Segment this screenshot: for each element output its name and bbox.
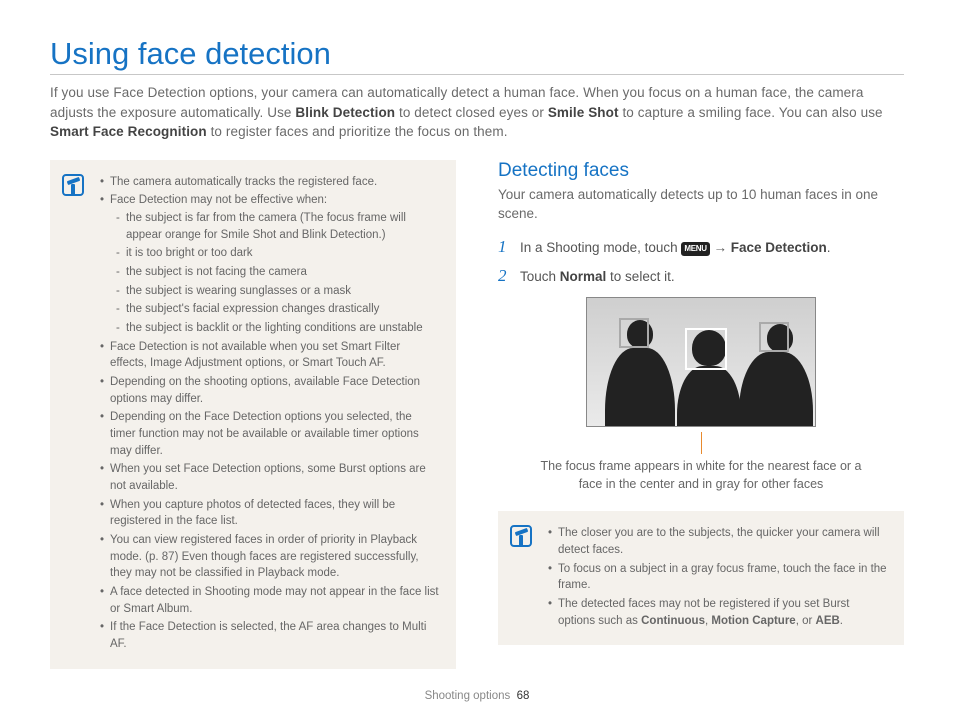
right-note-box: The closer you are to the subjects, the … — [498, 511, 904, 645]
illustration-wrapper — [498, 297, 904, 454]
intro-text: to capture a smiling face. You can also … — [619, 105, 883, 120]
note-item: When you set Face Detection options, som… — [100, 461, 440, 494]
note-sublist: the subject is far from the camera (The … — [116, 210, 440, 337]
step-number: 2 — [498, 266, 512, 286]
step-number: 1 — [498, 237, 512, 257]
note-bold: Continuous — [641, 615, 705, 627]
note-text: . — [840, 615, 843, 627]
note-item: The detected faces may not be registered… — [548, 596, 888, 629]
step-text-part: → — [710, 240, 731, 255]
step-bold: Normal — [560, 269, 607, 284]
note-subitem: the subject is not facing the camera — [116, 264, 440, 281]
section-intro: Your camera automatically detects up to … — [498, 186, 904, 224]
note-item: To focus on a subject in a gray focus fr… — [548, 561, 888, 594]
note-item: Depending on the Face Detection options … — [100, 409, 440, 459]
step-1: 1 In a Shooting mode, touch MENU → Face … — [498, 237, 904, 258]
note-item: A face detected in Shooting mode may not… — [100, 584, 440, 617]
note-item: Face Detection may not be effective when… — [100, 192, 440, 336]
callout-line — [701, 432, 702, 454]
note-item: The closer you are to the subjects, the … — [548, 525, 888, 558]
step-text-part: In a Shooting mode, touch — [520, 240, 681, 255]
note-bold: Motion Capture — [711, 615, 795, 627]
focus-frame-gray — [619, 318, 649, 348]
step-2: 2 Touch Normal to select it. — [498, 266, 904, 287]
intro-text: to register faces and prioritize the foc… — [207, 124, 508, 139]
note-item: Depending on the shooting options, avail… — [100, 374, 440, 407]
note-subitem: the subject's facial expression changes … — [116, 301, 440, 318]
note-icon — [62, 174, 84, 196]
section-heading: Detecting faces — [498, 160, 904, 182]
step-text: In a Shooting mode, touch MENU → Face De… — [520, 239, 904, 258]
step-text: Touch Normal to select it. — [520, 268, 904, 287]
note-text: , or — [796, 615, 816, 627]
note-bold: AEB — [816, 615, 840, 627]
step-bold: Face Detection — [731, 240, 827, 255]
illustration-caption: The focus frame appears in white for the… — [531, 458, 871, 493]
intro-paragraph: If you use Face Detection options, your … — [50, 83, 904, 142]
note-item: The camera automatically tracks the regi… — [100, 174, 440, 191]
intro-bold-smart: Smart Face Recognition — [50, 124, 207, 139]
note-item: When you capture photos of detected face… — [100, 497, 440, 530]
note-icon — [510, 525, 532, 547]
note-subitem: it is too bright or too dark — [116, 245, 440, 262]
left-column: The camera automatically tracks the regi… — [50, 160, 456, 669]
intro-bold-blink: Blink Detection — [295, 105, 395, 120]
note-subitem: the subject is far from the camera (The … — [116, 210, 440, 243]
manual-page: Using face detection If you use Face Det… — [0, 0, 954, 720]
step-text-part: . — [827, 240, 831, 255]
page-number: 68 — [517, 690, 530, 702]
menu-icon: MENU — [681, 242, 709, 256]
step-text-part: Touch — [520, 269, 560, 284]
footer-section: Shooting options — [425, 690, 511, 702]
note-item: Face Detection is not available when you… — [100, 339, 440, 372]
note-item-text: Face Detection may not be effective when… — [110, 194, 327, 206]
intro-text: to detect closed eyes or — [395, 105, 548, 120]
left-note-box: The camera automatically tracks the regi… — [50, 160, 456, 669]
note-subitem: the subject is backlit or the lighting c… — [116, 320, 440, 337]
left-note-list: The camera automatically tracks the regi… — [100, 174, 440, 653]
steps-list: 1 In a Shooting mode, touch MENU → Face … — [498, 237, 904, 287]
page-title: Using face detection — [50, 36, 904, 75]
two-column-layout: The camera automatically tracks the regi… — [50, 160, 904, 669]
right-column: Detecting faces Your camera automaticall… — [498, 160, 904, 669]
note-item: If the Face Detection is selected, the A… — [100, 619, 440, 652]
focus-frame-gray — [759, 322, 789, 352]
note-subitem: the subject is wearing sunglasses or a m… — [116, 283, 440, 300]
note-item: You can view registered faces in order o… — [100, 532, 440, 582]
right-note-list: The closer you are to the subjects, the … — [548, 525, 888, 629]
focus-frame-white — [685, 328, 727, 370]
face-detection-illustration — [586, 297, 816, 427]
step-text-part: to select it. — [606, 269, 674, 284]
intro-bold-smile: Smile Shot — [548, 105, 619, 120]
page-footer: Shooting options 68 — [0, 690, 954, 702]
